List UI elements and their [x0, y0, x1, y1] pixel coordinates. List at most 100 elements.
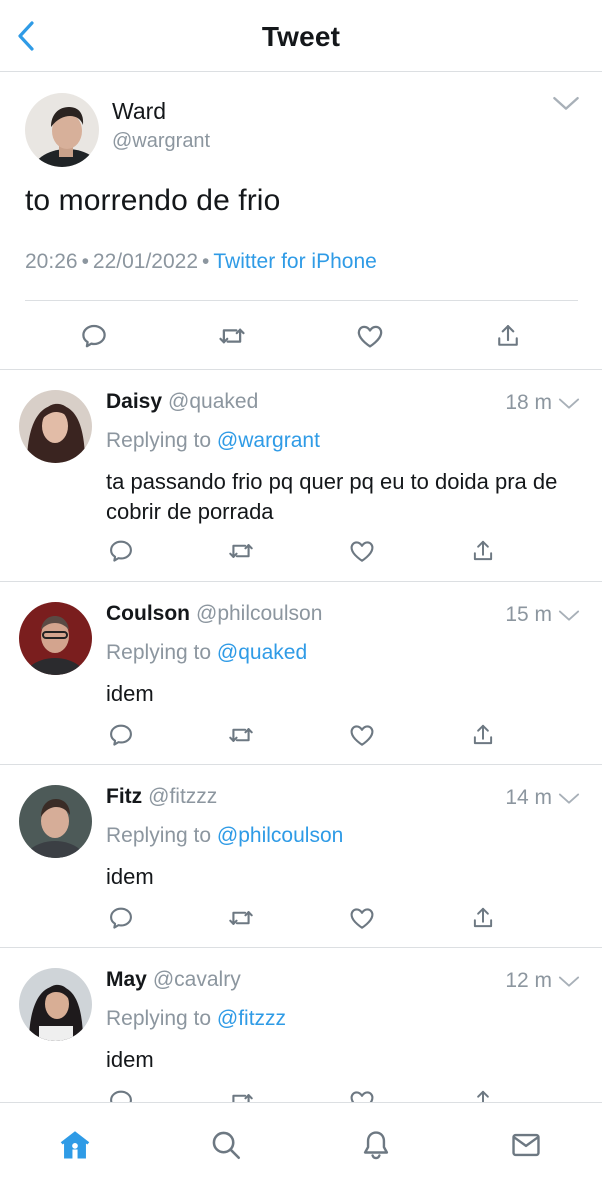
avatar[interactable] [19, 602, 92, 675]
retweet-icon [217, 321, 247, 351]
reply-button[interactable] [101, 531, 141, 571]
retweet-button[interactable] [221, 898, 261, 938]
heart-icon [348, 721, 376, 749]
reply-time: 14 m [505, 786, 552, 809]
main-tweet: Ward @wargrant to morrendo de frio 20:26… [0, 72, 602, 370]
replying-to-mention[interactable]: @fitzzz [217, 1007, 286, 1030]
tweet-source-link[interactable]: Twitter for iPhone [213, 250, 376, 273]
tweet-text: to morrendo de frio [25, 184, 281, 217]
author-handle[interactable]: @wargrant [112, 130, 210, 153]
avatar[interactable] [19, 785, 92, 858]
reply-button[interactable] [101, 898, 141, 938]
retweet-icon [227, 537, 255, 565]
tab-bar [0, 1102, 602, 1200]
chevron-down-icon[interactable] [552, 94, 580, 114]
reply-author-handle[interactable]: @cavalry [153, 968, 241, 991]
reply-tweet[interactable]: Coulson @philcoulson 15 m Replying to @qu… [0, 582, 602, 765]
chevron-down-icon[interactable] [558, 609, 580, 623]
reply-header: Coulson @philcoulson [106, 602, 322, 626]
reply-icon [107, 721, 135, 749]
mail-icon [512, 1133, 540, 1157]
like-button[interactable] [342, 715, 382, 755]
reply-header: May @cavalry [106, 968, 241, 992]
reply-tweet[interactable]: Daisy @quaked 18 m Replying to @wargrant … [0, 370, 602, 582]
reply-tweet[interactable]: Fitz @fitzzz 14 m Replying to @philcoulso… [0, 765, 602, 948]
divider [25, 300, 578, 301]
page-title: Tweet [261, 21, 341, 52]
tab-home[interactable] [53, 1123, 97, 1167]
like-button[interactable] [350, 316, 390, 356]
heart-icon [348, 904, 376, 932]
top-bar: Tweet [0, 0, 602, 72]
replying-to: Replying to @wargrant [106, 429, 320, 453]
tab-messages[interactable] [504, 1123, 548, 1167]
reply-author-name[interactable]: Fitz [106, 785, 142, 808]
reply-time: 12 m [505, 969, 552, 992]
reply-text: ta passando frio pq quer pq eu to doida … [106, 469, 558, 524]
retweet-icon [227, 904, 255, 932]
retweet-button[interactable] [221, 531, 261, 571]
reply-actions [0, 717, 602, 753]
like-button[interactable] [342, 898, 382, 938]
replying-to: Replying to @quaked [106, 641, 307, 665]
tweet-time: 20:26 [25, 250, 78, 273]
share-button[interactable] [463, 715, 503, 755]
avatar[interactable] [19, 390, 92, 463]
tweet-actions [0, 316, 602, 356]
retweet-button[interactable] [221, 715, 261, 755]
share-icon [470, 722, 496, 748]
meta-separator: • [81, 250, 89, 273]
reply-button[interactable] [101, 715, 141, 755]
tab-search[interactable] [204, 1123, 248, 1167]
author-name[interactable]: Ward [112, 98, 166, 125]
replying-to: Replying to @fitzzz [106, 1007, 286, 1031]
reply-author-name[interactable]: May [106, 968, 147, 991]
replying-to-label: Replying to [106, 429, 212, 452]
retweet-button[interactable] [212, 316, 252, 356]
replying-to-mention[interactable]: @wargrant [217, 429, 320, 452]
reply-time: 18 m [505, 391, 552, 414]
reply-author-handle[interactable]: @fitzzz [148, 785, 217, 808]
reply-author-handle[interactable]: @philcoulson [196, 602, 322, 625]
heart-icon [355, 321, 385, 351]
heart-icon [348, 537, 376, 565]
reply-icon [79, 321, 109, 351]
reply-author-name[interactable]: Daisy [106, 390, 162, 413]
share-button[interactable] [463, 898, 503, 938]
avatar[interactable] [19, 968, 92, 1041]
share-icon [470, 538, 496, 564]
reply-actions [0, 533, 602, 569]
tweet-meta: 20:26 • 22/01/2022 • Twitter for iPhone [25, 250, 377, 274]
reply-text: idem [106, 1047, 154, 1072]
tab-notifications[interactable] [354, 1123, 398, 1167]
reply-text: idem [106, 681, 154, 706]
tweet-date: 22/01/2022 [92, 250, 199, 273]
home-icon [60, 1131, 90, 1159]
avatar[interactable] [25, 93, 99, 167]
reply-header: Daisy @quaked [106, 390, 258, 414]
reply-actions [0, 900, 602, 936]
chevron-down-icon[interactable] [558, 792, 580, 806]
share-icon [494, 322, 522, 350]
chevron-down-icon[interactable] [558, 975, 580, 989]
reply-icon [107, 537, 135, 565]
replying-to-label: Replying to [106, 1007, 212, 1030]
reply-author-name[interactable]: Coulson [106, 602, 190, 625]
bell-icon [363, 1131, 389, 1160]
chevron-down-icon[interactable] [558, 397, 580, 411]
share-button[interactable] [463, 531, 503, 571]
meta-separator: • [202, 250, 210, 273]
share-button[interactable] [488, 316, 528, 356]
replying-to: Replying to @philcoulson [106, 824, 343, 848]
reply-time: 15 m [505, 603, 552, 626]
replying-to-label: Replying to [106, 824, 212, 847]
reply-icon [107, 904, 135, 932]
search-icon [212, 1131, 241, 1160]
replying-to-mention[interactable]: @quaked [217, 641, 307, 664]
reply-button[interactable] [74, 316, 114, 356]
replying-to-label: Replying to [106, 641, 212, 664]
reply-author-handle[interactable]: @quaked [168, 390, 258, 413]
replying-to-mention[interactable]: @philcoulson [217, 824, 343, 847]
share-icon [470, 905, 496, 931]
like-button[interactable] [342, 531, 382, 571]
